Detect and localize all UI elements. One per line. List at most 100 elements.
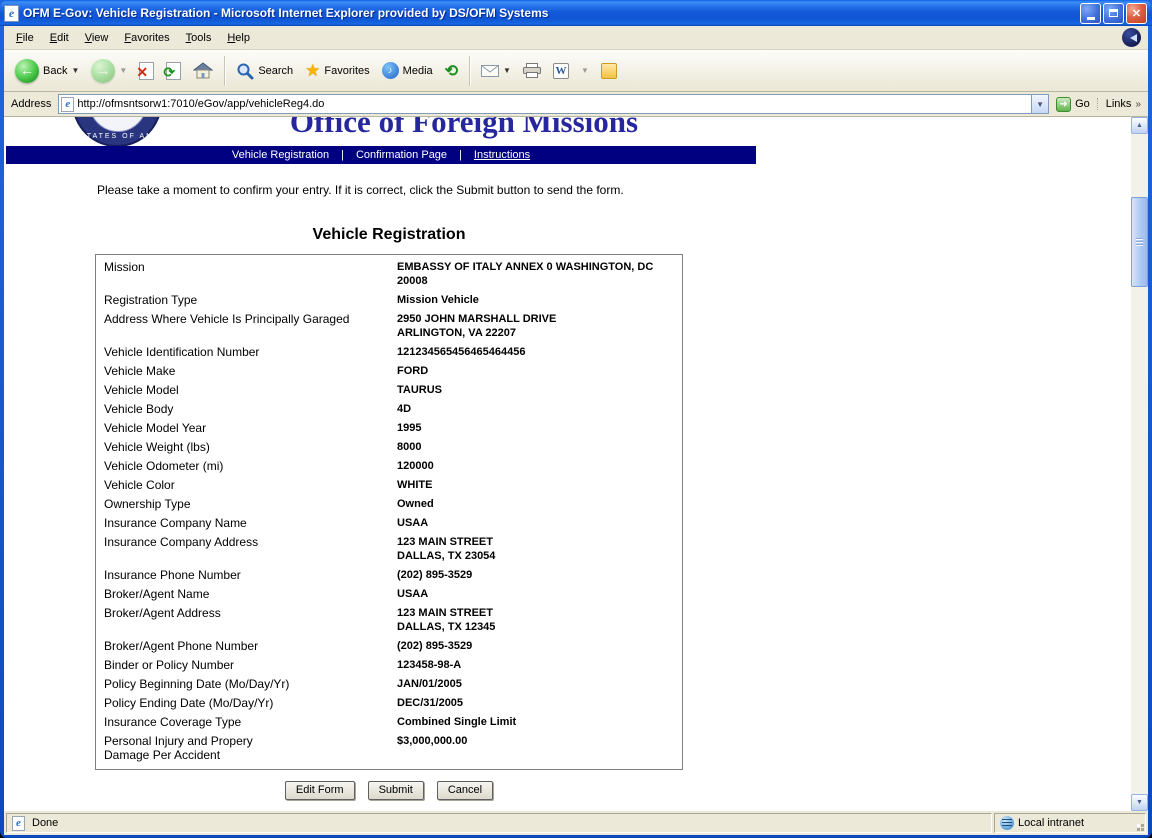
- table-row: Broker/Agent NameUSAA: [96, 585, 682, 604]
- edit-with-word-button[interactable]: W: [548, 60, 574, 82]
- mail-dropdown-icon[interactable]: ▼: [503, 66, 511, 75]
- links-bar[interactable]: Links »: [1097, 98, 1145, 110]
- confirm-instruction: Please take a moment to confirm your ent…: [97, 183, 624, 197]
- field-label: Insurance Phone Number: [104, 568, 392, 582]
- field-value: 2950 JOHN MARSHALL DRIVE ARLINGTON, VA 2…: [392, 312, 674, 340]
- menu-favorites[interactable]: Favorites: [116, 28, 177, 48]
- stop-icon: ✕: [139, 62, 154, 80]
- go-button-label: Go: [1075, 98, 1090, 110]
- page-title: Vehicle Registration: [95, 226, 683, 244]
- menu-help[interactable]: Help: [219, 28, 258, 48]
- home-icon: [193, 62, 213, 79]
- status-text: Done: [32, 817, 58, 829]
- field-label: Address Where Vehicle Is Principally Gar…: [104, 312, 392, 340]
- field-value: FORD: [392, 364, 674, 378]
- button-edit-form[interactable]: Edit Form: [285, 781, 355, 800]
- table-row: Insurance Company Address123 MAIN STREET…: [96, 533, 682, 566]
- field-value: DEC/31/2005: [392, 696, 674, 710]
- table-row: Insurance Phone Number(202) 895-3529: [96, 566, 682, 585]
- nav-item-instructions[interactable]: Instructions: [474, 149, 530, 161]
- back-dropdown-icon[interactable]: ▼: [71, 66, 79, 75]
- field-label: Broker/Agent Address: [104, 606, 392, 634]
- word-icon: W: [553, 63, 569, 79]
- favorites-button[interactable]: ★ Favorites: [300, 58, 375, 84]
- status-page-icon: e: [12, 816, 25, 831]
- ie-page-icon: e: [4, 5, 19, 22]
- address-dropdown-button[interactable]: ▼: [1031, 95, 1048, 113]
- field-value: WHITE: [392, 478, 674, 492]
- search-button[interactable]: Search: [231, 59, 298, 83]
- table-row: Vehicle Model Year1995: [96, 419, 682, 438]
- table-row: Vehicle Body4D: [96, 400, 682, 419]
- chevron-right-icon: »: [1135, 99, 1141, 110]
- back-arrow-icon: ←: [15, 59, 39, 83]
- nav-item-confirmation-page[interactable]: Confirmation Page: [356, 149, 447, 161]
- menu-view[interactable]: View: [77, 28, 117, 48]
- field-value: 120000: [392, 459, 674, 473]
- window-title: OFM E-Gov: Vehicle Registration - Micros…: [23, 6, 1080, 20]
- field-label: Broker/Agent Name: [104, 587, 392, 601]
- field-value: (202) 895-3529: [392, 568, 674, 582]
- address-url: http://ofmsntsorw1:7010/eGov/app/vehicle…: [77, 98, 1031, 110]
- field-label: Vehicle Make: [104, 364, 392, 378]
- back-button-label: Back: [43, 65, 67, 77]
- restore-button[interactable]: [1103, 3, 1124, 24]
- scrollbar-thumb[interactable]: [1131, 197, 1148, 287]
- vertical-scrollbar[interactable]: ▲ ▼: [1131, 117, 1148, 811]
- media-icon: ♪: [382, 62, 399, 79]
- home-button[interactable]: [188, 59, 218, 82]
- menu-edit[interactable]: Edit: [42, 28, 77, 48]
- field-label: Policy Beginning Date (Mo/Day/Yr): [104, 677, 392, 691]
- site-title: Office of Foreign Missions: [174, 117, 754, 140]
- table-row: Broker/Agent Phone Number(202) 895-3529: [96, 637, 682, 656]
- nav-item-vehicle-registration[interactable]: Vehicle Registration: [232, 149, 329, 161]
- table-row: Vehicle ModelTAURUS: [96, 381, 682, 400]
- mail-button[interactable]: ▼: [476, 62, 516, 80]
- status-bar: e Done Local intranet: [4, 811, 1148, 835]
- table-row: Insurance Coverage TypeCombined Single L…: [96, 713, 682, 732]
- back-button[interactable]: ← Back ▼: [10, 56, 84, 86]
- minimize-button[interactable]: [1080, 3, 1101, 24]
- forward-button[interactable]: → ▼: [86, 56, 132, 86]
- address-input[interactable]: e http://ofmsntsorw1:7010/eGov/app/vehic…: [58, 94, 1049, 114]
- close-button[interactable]: ✕: [1126, 3, 1147, 24]
- refresh-button[interactable]: ⟳: [161, 59, 186, 83]
- toolbar-separator: [224, 56, 225, 86]
- field-label: Mission: [104, 260, 392, 288]
- print-button[interactable]: [518, 60, 546, 81]
- history-button[interactable]: ⟲: [440, 58, 463, 84]
- toolbar-extra-dropdown[interactable]: ▼: [576, 63, 594, 78]
- menu-bar-items: FileEditViewFavoritesToolsHelp: [8, 28, 1122, 48]
- search-icon: [236, 62, 254, 80]
- discuss-button[interactable]: [596, 60, 622, 82]
- stop-button[interactable]: ✕: [134, 59, 159, 83]
- field-label: Binder or Policy Number: [104, 658, 392, 672]
- toolbar: ← Back ▼ → ▼ ✕ ⟳ Search: [4, 50, 1148, 92]
- field-label: Vehicle Odometer (mi): [104, 459, 392, 473]
- nav-separator: |: [341, 149, 344, 161]
- table-row: Broker/Agent Address123 MAIN STREET DALL…: [96, 604, 682, 637]
- scroll-down-button[interactable]: ▼: [1131, 794, 1148, 811]
- media-button[interactable]: ♪ Media: [377, 59, 438, 82]
- button-submit[interactable]: Submit: [368, 781, 424, 800]
- resize-grip[interactable]: [1141, 828, 1144, 831]
- intranet-globe-icon: [1000, 816, 1014, 830]
- field-label: Insurance Coverage Type: [104, 715, 392, 729]
- field-label: Vehicle Body: [104, 402, 392, 416]
- refresh-icon: ⟳: [166, 62, 181, 80]
- address-bar: Address e http://ofmsntsorw1:7010/eGov/a…: [4, 92, 1148, 117]
- field-label: Vehicle Color: [104, 478, 392, 492]
- favorites-star-icon: ★: [305, 61, 320, 81]
- menu-tools[interactable]: Tools: [178, 28, 220, 48]
- menu-file[interactable]: File: [8, 28, 42, 48]
- field-label: Ownership Type: [104, 497, 392, 511]
- button-cancel[interactable]: Cancel: [437, 781, 493, 800]
- media-button-label: Media: [403, 65, 433, 77]
- scroll-up-button[interactable]: ▲: [1131, 117, 1148, 134]
- field-value: USAA: [392, 516, 674, 530]
- security-zone-panel: Local intranet: [994, 813, 1146, 833]
- forward-dropdown-icon: ▼: [119, 66, 127, 75]
- throbber-icon: [1122, 28, 1141, 47]
- go-button[interactable]: ➜ Go: [1049, 96, 1097, 113]
- field-value: Combined Single Limit: [392, 715, 674, 729]
